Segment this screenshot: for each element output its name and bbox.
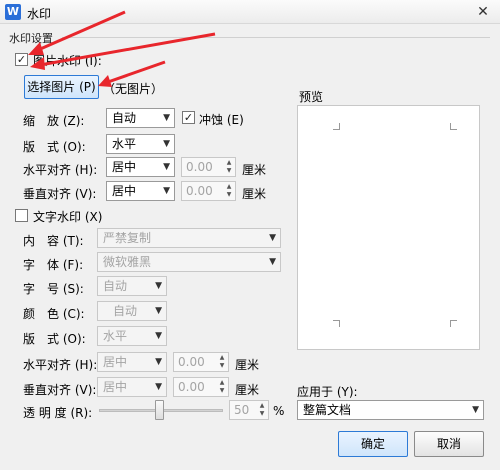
washout-checkbox[interactable]: ✓ — [182, 111, 195, 124]
picture-watermark-checkbox[interactable]: ✓ — [15, 53, 28, 66]
chevron-down-icon: ▼ — [155, 281, 162, 291]
preview-area — [297, 105, 480, 350]
text-h-unit: 厘米 — [235, 358, 260, 372]
page-corner-mark — [333, 320, 340, 327]
chevron-down-icon: ▼ — [163, 186, 170, 196]
scale-select[interactable]: 自动 ▼ — [106, 108, 175, 128]
text-v-align-select[interactable]: 居中 ▼ — [97, 377, 167, 397]
ok-button[interactable]: 确定 — [338, 431, 408, 457]
picture-v-align-label: 垂直对齐 (V): — [23, 187, 97, 201]
annotation-arrow-line — [107, 60, 166, 84]
wps-writer-icon: W — [5, 4, 21, 20]
chevron-down-icon: ▼ — [155, 357, 162, 367]
chevron-down-icon: ▼ — [155, 331, 162, 341]
picture-v-unit: 厘米 — [242, 187, 267, 201]
title-bar: W 水印 ✕ — [0, 0, 500, 24]
color-label: 颜 色 (C): — [23, 307, 85, 321]
picture-h-offset-value: 0.00 — [186, 160, 213, 174]
text-watermark-checkbox[interactable] — [15, 209, 28, 222]
picture-layout-select[interactable]: 水平 ▼ — [106, 134, 175, 154]
picture-v-align-value: 居中 — [112, 184, 137, 198]
text-h-offset-stepper[interactable]: 0.00 ▲ ▼ — [173, 352, 229, 372]
chevron-down-icon: ▼ — [163, 113, 170, 123]
page-corner-mark — [450, 320, 457, 327]
stepper-arrows-icon: ▲ ▼ — [219, 354, 225, 369]
content-select[interactable]: 严禁复制 ▼ — [97, 228, 281, 248]
picture-h-align-select[interactable]: 居中 ▼ — [106, 157, 175, 177]
close-button[interactable]: ✕ — [472, 3, 494, 21]
transparency-value: 50 — [234, 403, 250, 417]
text-h-offset-value: 0.00 — [178, 355, 205, 369]
transparency-slider-thumb[interactable] — [155, 400, 164, 420]
chevron-down-icon: ▼ — [155, 306, 162, 316]
text-v-align-value: 居中 — [103, 380, 128, 394]
size-label: 字 号 (S): — [23, 282, 84, 296]
stepper-arrows-icon: ▲ ▼ — [226, 159, 232, 174]
text-v-offset-value: 0.00 — [178, 380, 205, 394]
picture-h-align-value: 居中 — [112, 160, 137, 174]
picture-v-offset-value: 0.00 — [186, 184, 213, 198]
transparency-stepper[interactable]: 50 ▲ ▼ — [229, 400, 269, 420]
text-layout-value: 水平 — [103, 329, 128, 343]
page-corner-mark — [450, 123, 457, 130]
page-corner-mark — [333, 123, 340, 130]
watermark-settings-title: 水印设置 — [9, 32, 53, 45]
cancel-button[interactable]: 取消 — [414, 431, 484, 457]
washout-label: 冲蚀 (E) — [199, 113, 244, 127]
size-select[interactable]: 自动 ▼ — [97, 276, 167, 296]
transparency-label: 透 明 度 (R): — [23, 406, 93, 420]
picture-h-align-label: 水平对齐 (H): — [23, 163, 98, 177]
text-v-offset-stepper[interactable]: 0.00 ▲ ▼ — [173, 377, 229, 397]
text-watermark-label: 文字水印 (X) — [33, 210, 103, 224]
chevron-down-icon: ▼ — [163, 139, 170, 149]
font-value: 微软雅黑 — [103, 255, 152, 269]
content-label: 内 容 (T): — [23, 234, 84, 248]
size-value: 自动 — [103, 279, 128, 293]
picture-h-unit: 厘米 — [242, 163, 267, 177]
color-value: 自动 — [113, 304, 138, 318]
content-value: 严禁复制 — [103, 231, 152, 245]
chevron-down-icon: ▼ — [269, 233, 276, 243]
picture-v-align-select[interactable]: 居中 ▼ — [106, 181, 175, 201]
chevron-down-icon: ▼ — [163, 162, 170, 172]
scale-value: 自动 — [112, 111, 137, 125]
apply-to-label: 应用于 (Y): — [297, 385, 358, 399]
picture-v-offset-stepper[interactable]: 0.00 ▲ ▼ — [181, 181, 236, 201]
text-v-unit: 厘米 — [235, 383, 260, 397]
percent-sign: % — [273, 404, 285, 418]
select-picture-button[interactable]: 选择图片 (P) — [24, 75, 99, 99]
text-layout-select[interactable]: 水平 ▼ — [97, 326, 167, 346]
text-h-align-value: 居中 — [103, 355, 128, 369]
stepper-arrows-icon: ▲ ▼ — [259, 402, 265, 417]
apply-to-value: 整篇文档 — [303, 403, 352, 417]
scale-label: 缩 放 (Z): — [23, 114, 85, 128]
font-label: 字 体 (F): — [23, 258, 84, 272]
picture-watermark-label: 图片水印 (I): — [33, 54, 102, 68]
picture-h-offset-stepper[interactable]: 0.00 ▲ ▼ — [181, 157, 236, 177]
no-picture-text: （无图片） — [103, 82, 164, 96]
apply-to-select[interactable]: 整篇文档 ▼ — [297, 400, 484, 420]
chevron-down-icon: ▼ — [269, 257, 276, 267]
stepper-arrows-icon: ▲ ▼ — [219, 379, 225, 394]
text-h-align-select[interactable]: 居中 ▼ — [97, 352, 167, 372]
group-divider — [62, 37, 490, 38]
picture-layout-value: 水平 — [112, 137, 137, 151]
chevron-down-icon: ▼ — [155, 382, 162, 392]
window-title: 水印 — [27, 7, 52, 21]
text-v-align-label: 垂直对齐 (V): — [23, 383, 97, 397]
chevron-down-icon: ▼ — [472, 405, 479, 415]
picture-layout-label: 版 式 (O): — [23, 140, 86, 154]
stepper-arrows-icon: ▲ ▼ — [226, 183, 232, 198]
text-h-align-label: 水平对齐 (H): — [23, 358, 98, 372]
color-select[interactable]: 自动 ▼ — [97, 301, 167, 321]
text-layout-label: 版 式 (O): — [23, 332, 86, 346]
font-select[interactable]: 微软雅黑 ▼ — [97, 252, 281, 272]
preview-label: 预览 — [299, 90, 324, 104]
